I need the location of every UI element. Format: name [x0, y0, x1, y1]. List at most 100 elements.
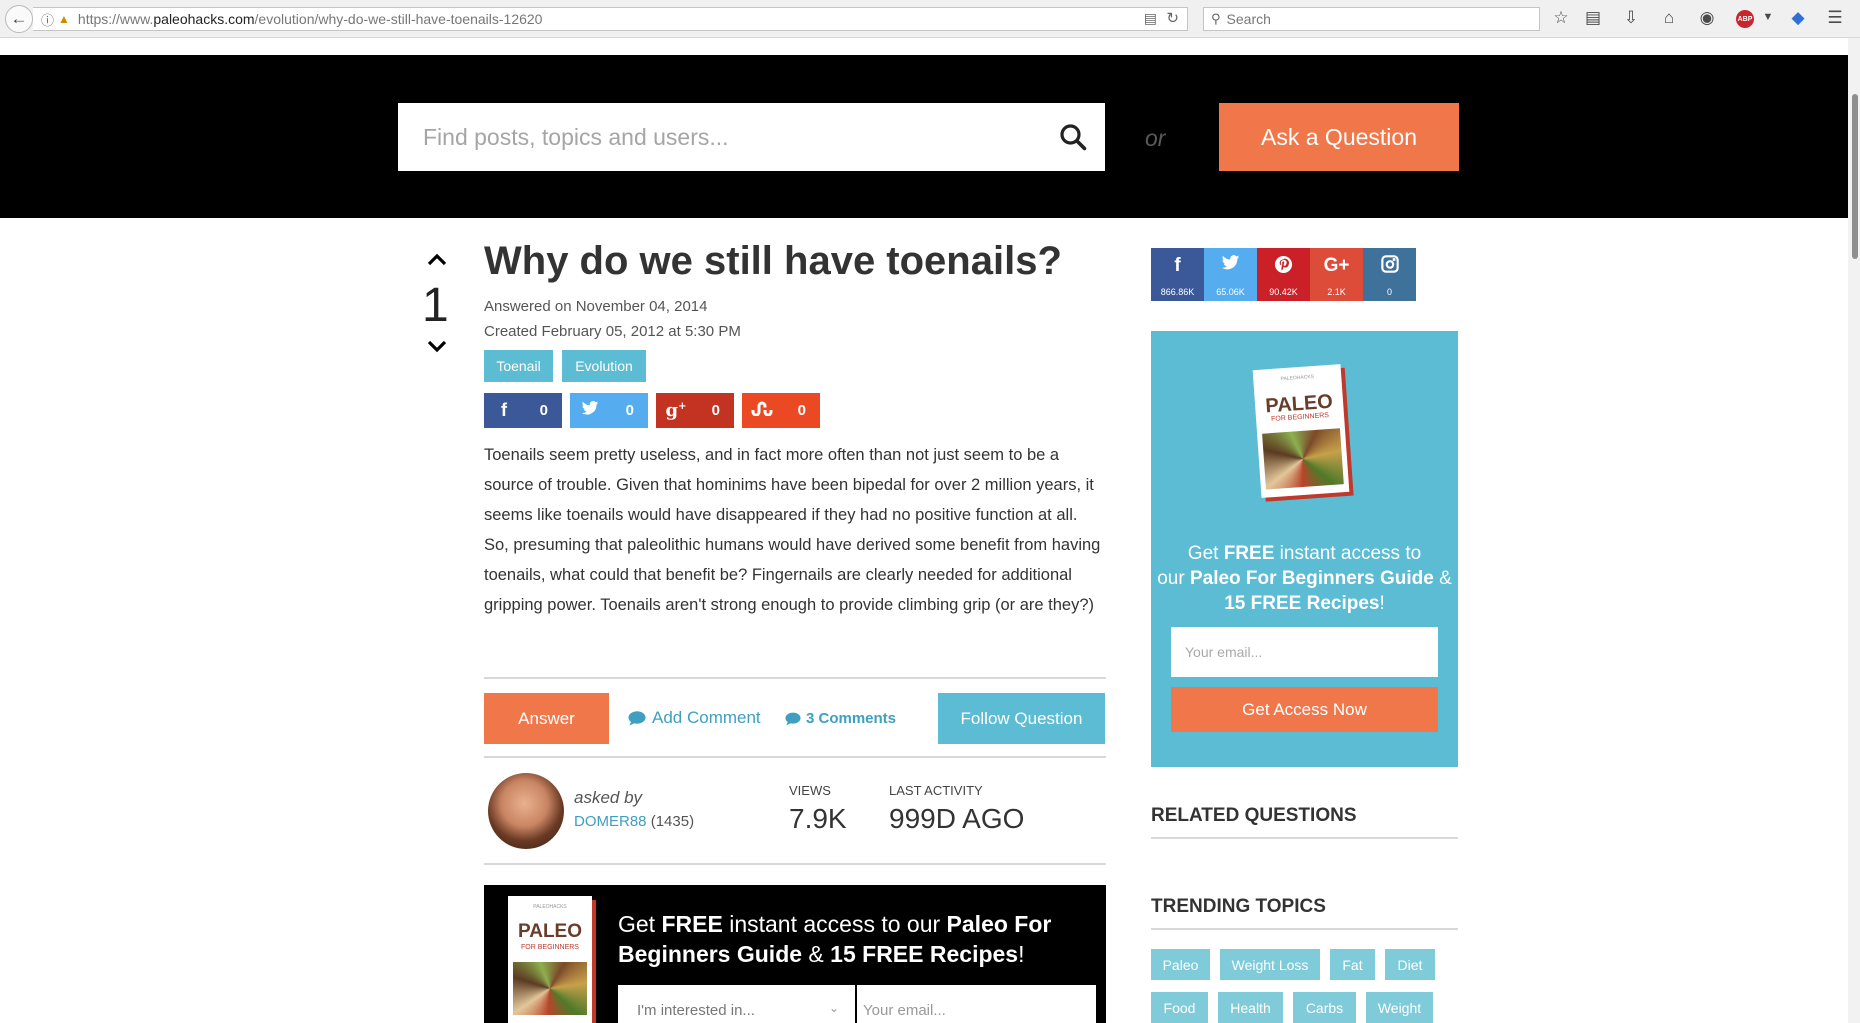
sidebar-optin-box: PALEOHACKS PALEO FOR BEGINNERS Get FREE … [1151, 331, 1458, 767]
promo-banner: PALEOHACKS PALEO FOR BEGINNERS Get FREE … [484, 885, 1106, 1023]
topic-tag-paleo[interactable]: Paleo [1151, 949, 1210, 980]
author-reputation: (1435) [650, 813, 695, 830]
instagram-icon [1363, 255, 1416, 279]
book-cover-image: PALEOHACKS PALEO FOR BEGINNERS [508, 896, 592, 1023]
author-info: DOMER88 (1435) [574, 813, 694, 830]
google-plus-icon: g+ [665, 400, 687, 421]
home-icon[interactable]: ⌂ [1658, 8, 1680, 28]
googleplus-count: 2.1K [1327, 287, 1346, 297]
reader-view-icon[interactable]: ▤ [1144, 10, 1157, 27]
comments-count-label: 3 Comments [806, 710, 897, 727]
topic-tag-weight[interactable]: Weight [1366, 992, 1433, 1023]
asked-by-label: asked by [574, 788, 643, 807]
book-subtitle: FOR BEGINNERS [521, 944, 579, 952]
share-googleplus-button[interactable]: g+ 0 [656, 393, 734, 428]
divider [484, 863, 1106, 865]
adblock-icon[interactable]: ABP [1736, 10, 1754, 28]
book-cover-image: PALEOHACKS PALEO FOR BEGINNERS [1252, 364, 1350, 498]
social-instagram[interactable]: 0 [1363, 248, 1416, 301]
vote-count: 1 [422, 279, 449, 332]
downvote-icon[interactable] [424, 340, 450, 354]
upvote-icon[interactable] [424, 252, 450, 266]
answer-button[interactable]: Answer [484, 693, 609, 744]
comments-count-link[interactable]: 3 Comments [785, 710, 896, 727]
divider [484, 756, 1106, 758]
chevron-down-icon: ⌄ [828, 1001, 839, 1015]
share-stumbleupon-button[interactable]: 0 [742, 393, 820, 428]
topic-tag-health[interactable]: Health [1218, 992, 1283, 1023]
facebook-count: 866.86K [1160, 287, 1195, 297]
pocket-icon[interactable]: ◉ [1696, 8, 1718, 28]
social-facebook[interactable]: f 866.86K [1151, 248, 1204, 301]
social-twitter[interactable]: 65.06K [1204, 248, 1257, 301]
warning-lock-icon: ▲ [58, 12, 70, 26]
browser-search-bar[interactable]: ⚲ Search [1203, 7, 1540, 31]
topic-tag-carbs[interactable]: Carbs [1293, 992, 1356, 1023]
related-questions-heading: RELATED QUESTIONS [1151, 805, 1458, 839]
download-icon[interactable]: ⇩ [1620, 8, 1642, 28]
social-googleplus[interactable]: G+ 2.1K [1310, 248, 1363, 301]
pinterest-icon [1257, 255, 1310, 280]
url-text[interactable]: https://www.paleohacks.com/evolution/why… [78, 11, 543, 27]
twitter-icon [570, 400, 610, 421]
share-count: 0 [797, 402, 806, 419]
search-icon[interactable] [1059, 123, 1087, 151]
share-facebook-button[interactable]: f 0 [484, 393, 562, 428]
topic-tag-food[interactable]: Food [1151, 992, 1208, 1023]
back-button[interactable]: ← [5, 5, 33, 33]
share-twitter-button[interactable]: 0 [570, 393, 648, 428]
reload-icon[interactable]: ↻ [1166, 9, 1179, 27]
question-body: Toenails seem pretty useless, and in fac… [484, 446, 1101, 614]
get-access-now-button[interactable]: Get Access Now [1171, 687, 1438, 732]
ask-question-button[interactable]: Ask a Question [1219, 103, 1459, 171]
last-activity-value: 999D AGO [889, 803, 1025, 834]
add-comment-label: Add Comment [652, 708, 761, 727]
views-value: 7.9K [789, 803, 847, 834]
chevron-down-icon[interactable]: ▼ [1757, 11, 1779, 23]
optin-headline: Get FREE instant access to our Paleo For… [1157, 543, 1452, 614]
page-scrollbar[interactable] [1848, 38, 1860, 1023]
reading-list-icon[interactable]: ▤ [1582, 8, 1604, 28]
add-comment-link[interactable]: Add Comment [628, 708, 761, 728]
site-search-box[interactable] [398, 103, 1105, 171]
twitter-icon [1204, 255, 1257, 277]
site-search-input[interactable] [398, 123, 1038, 151]
info-icon[interactable]: ⓘ [41, 10, 54, 29]
extension-icon[interactable]: ◆ [1787, 8, 1809, 28]
or-separator: or [1145, 125, 1166, 151]
post-title: Why do we still have toenails? [484, 239, 1062, 283]
author-name-link[interactable]: DOMER88 [574, 813, 647, 830]
topic-tag-weight-loss[interactable]: Weight Loss [1220, 949, 1320, 980]
interest-select-placeholder: I'm interested in... [637, 1002, 755, 1019]
scrollbar-thumb[interactable] [1852, 94, 1858, 259]
back-arrow-icon: ← [10, 9, 28, 28]
tag-toenail[interactable]: Toenail [484, 350, 553, 382]
topic-tag-fat[interactable]: Fat [1330, 949, 1375, 980]
share-count: 0 [539, 402, 548, 419]
optin-email-input[interactable]: Your email... [1171, 627, 1438, 677]
site-header: or Ask a Question [0, 55, 1848, 218]
promo-email-input[interactable]: Your email... [857, 985, 1096, 1023]
author-avatar[interactable] [488, 773, 564, 849]
comment-icon [785, 712, 801, 725]
facebook-icon: f [1174, 255, 1181, 276]
comment-icon [628, 710, 646, 725]
created-date: Created February 05, 2012 at 5:30 PM [484, 323, 741, 340]
follow-question-button[interactable]: Follow Question [938, 693, 1105, 744]
address-bar[interactable]: ⓘ ▲ https://www.paleohacks.com/evolution… [33, 7, 1188, 31]
share-count: 0 [625, 402, 634, 419]
last-activity-label: LAST ACTIVITY [889, 783, 983, 798]
tag-evolution[interactable]: Evolution [562, 350, 646, 382]
topic-tag-diet[interactable]: Diet [1385, 949, 1435, 980]
browser-search-placeholder: Search [1226, 11, 1271, 27]
menu-icon[interactable]: ☰ [1824, 8, 1846, 28]
facebook-icon: f [501, 400, 507, 420]
pinterest-count: 90.42K [1269, 287, 1298, 297]
search-icon: ⚲ [1211, 11, 1221, 26]
browser-toolbar: ← ⓘ ▲ https://www.paleohacks.com/evoluti… [0, 0, 1860, 38]
instagram-count: 0 [1386, 287, 1392, 297]
social-pinterest[interactable]: 90.42K [1257, 248, 1310, 301]
views-label: VIEWS [789, 783, 831, 798]
interest-select[interactable]: I'm interested in... ⌄ [618, 985, 855, 1023]
bookmark-star-icon[interactable]: ☆ [1550, 8, 1572, 28]
